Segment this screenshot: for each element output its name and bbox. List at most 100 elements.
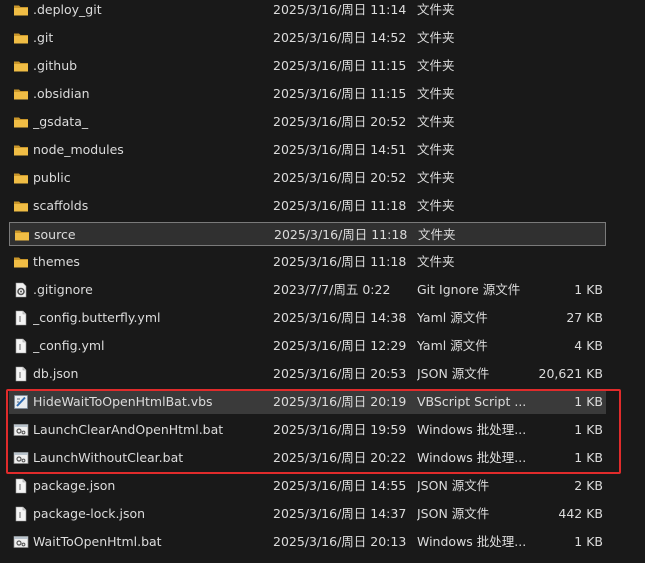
file-date: 2025/3/16/周日 20:52 xyxy=(273,170,407,185)
batch-file-icon xyxy=(13,450,29,466)
file-list: .deploy_git 2025/3/16/周日 11:14 文件夹 .git 2025… xyxy=(0,0,645,563)
file-name: .github xyxy=(33,58,78,73)
file-name: .obsidian xyxy=(33,86,90,101)
file-size: 1 KB xyxy=(574,422,603,437)
file-type: Windows 批处理... xyxy=(417,534,527,549)
file-name: .deploy_git xyxy=(33,2,102,17)
file-name: node_modules xyxy=(33,142,124,157)
file-name: _config.yml xyxy=(33,338,105,353)
file-date: 2025/3/16/周日 14:37 xyxy=(273,506,407,521)
file-row[interactable]: HideWaitToOpenHtmlBat.vbs 2025/3/16/周日 20… xyxy=(9,390,606,414)
file-date: 2025/3/16/周日 11:15 xyxy=(273,58,407,73)
file-size: 27 KB xyxy=(566,310,603,325)
file-row[interactable]: .obsidian 2025/3/16/周日 11:15 文件夹 xyxy=(9,82,606,106)
folder-icon xyxy=(13,142,29,158)
text-file-icon xyxy=(13,366,29,382)
file-name: package.json xyxy=(33,478,116,493)
file-row[interactable]: public 2025/3/16/周日 20:52 文件夹 xyxy=(9,166,606,190)
file-date: 2025/3/16/周日 11:15 xyxy=(273,86,407,101)
file-type: Yaml 源文件 xyxy=(417,310,488,325)
file-type: Git Ignore 源文件 xyxy=(417,282,521,297)
file-type: JSON 源文件 xyxy=(417,478,490,493)
file-name: db.json xyxy=(33,366,79,381)
file-row[interactable]: _config.butterfly.yml 2025/3/16/周日 14:38 Y… xyxy=(9,306,606,330)
file-date: 2025/3/16/周日 19:59 xyxy=(273,422,407,437)
file-size: 1 KB xyxy=(574,394,603,409)
file-row[interactable]: themes 2025/3/16/周日 11:18 文件夹 xyxy=(9,250,606,274)
file-date: 2025/3/16/周日 14:52 xyxy=(273,30,407,45)
file-name: public xyxy=(33,170,71,185)
folder-icon xyxy=(13,30,29,46)
file-date: 2025/3/16/周日 20:13 xyxy=(273,534,407,549)
file-type: Yaml 源文件 xyxy=(417,338,488,353)
file-size: 2 KB xyxy=(574,478,603,493)
file-row[interactable]: .github 2025/3/16/周日 11:15 文件夹 xyxy=(9,54,606,78)
file-row[interactable]: package-lock.json 2025/3/16/周日 14:37 JSON … xyxy=(9,502,606,526)
file-type: 文件夹 xyxy=(417,170,455,185)
file-type: JSON 源文件 xyxy=(417,366,490,381)
file-row[interactable]: package.json 2025/3/16/周日 14:55 JSON 源文件 2 … xyxy=(9,474,606,498)
batch-file-icon xyxy=(13,422,29,438)
file-row[interactable]: _gsdata_ 2025/3/16/周日 20:52 文件夹 xyxy=(9,110,606,134)
file-type: 文件夹 xyxy=(417,142,455,157)
file-date: 2025/3/16/周日 14:55 xyxy=(273,478,407,493)
file-type: 文件夹 xyxy=(417,86,455,101)
text-file-icon xyxy=(13,506,29,522)
file-row[interactable]: source 2025/3/16/周日 11:18 文件夹 xyxy=(9,222,606,246)
folder-icon xyxy=(13,58,29,74)
folder-icon xyxy=(13,170,29,186)
file-type: VBScript Script ... xyxy=(417,394,527,409)
folder-icon xyxy=(14,227,30,243)
file-size: 20,621 KB xyxy=(538,366,603,381)
file-date: 2023/7/7/周五 0:22 xyxy=(273,282,391,297)
text-file-icon xyxy=(13,310,29,326)
file-row[interactable]: _config.yml 2025/3/16/周日 12:29 Yaml 源文件 4 K… xyxy=(9,334,606,358)
file-name: LaunchClearAndOpenHtml.bat xyxy=(33,422,224,437)
file-type: 文件夹 xyxy=(418,227,456,242)
file-date: 2025/3/16/周日 20:52 xyxy=(273,114,407,129)
file-name: themes xyxy=(33,254,80,269)
folder-icon xyxy=(13,254,29,270)
file-date: 2025/3/16/周日 12:29 xyxy=(273,338,407,353)
file-row[interactable]: .deploy_git 2025/3/16/周日 11:14 文件夹 xyxy=(9,0,606,22)
file-row[interactable]: .gitignore 2023/7/7/周五 0:22 Git Ignore 源文件… xyxy=(9,278,606,302)
file-type: 文件夹 xyxy=(417,114,455,129)
vbs-script-icon xyxy=(13,394,29,410)
file-type: 文件夹 xyxy=(417,2,455,17)
text-file-icon xyxy=(13,338,29,354)
file-type: Windows 批处理... xyxy=(417,422,527,437)
file-date: 2025/3/16/周日 11:14 xyxy=(273,2,407,17)
text-file-icon xyxy=(13,478,29,494)
file-type: 文件夹 xyxy=(417,58,455,73)
file-row[interactable]: node_modules 2025/3/16/周日 14:51 文件夹 xyxy=(9,138,606,162)
file-type: JSON 源文件 xyxy=(417,506,490,521)
file-date: 2025/3/16/周日 11:18 xyxy=(273,198,407,213)
file-row[interactable]: WaitToOpenHtml.bat 2025/3/16/周日 20:13 Wind… xyxy=(9,530,606,554)
file-size: 1 KB xyxy=(574,282,603,297)
file-date: 2025/3/16/周日 20:22 xyxy=(273,450,407,465)
file-row[interactable]: scaffolds 2025/3/16/周日 11:18 文件夹 xyxy=(9,194,606,218)
file-size: 4 KB xyxy=(574,338,603,353)
file-type: 文件夹 xyxy=(417,254,455,269)
file-name: source xyxy=(34,227,76,242)
file-type: 文件夹 xyxy=(417,198,455,213)
batch-file-icon xyxy=(13,534,29,550)
file-date: 2025/3/16/周日 14:38 xyxy=(273,310,407,325)
file-type: 文件夹 xyxy=(417,30,455,45)
file-date: 2025/3/16/周日 20:19 xyxy=(273,394,407,409)
file-size: 442 KB xyxy=(558,506,603,521)
file-name: _config.butterfly.yml xyxy=(33,310,161,325)
folder-icon xyxy=(13,2,29,18)
file-row[interactable]: .git 2025/3/16/周日 14:52 文件夹 xyxy=(9,26,606,50)
file-row[interactable]: LaunchClearAndOpenHtml.bat 2025/3/16/周日 1… xyxy=(9,418,606,442)
file-row[interactable]: db.json 2025/3/16/周日 20:53 JSON 源文件 20,621 … xyxy=(9,362,606,386)
file-name: .git xyxy=(33,30,54,45)
folder-icon xyxy=(13,114,29,130)
file-row[interactable]: LaunchWithoutClear.bat 2025/3/16/周日 20:22… xyxy=(9,446,606,470)
file-name: scaffolds xyxy=(33,198,89,213)
folder-icon xyxy=(13,86,29,102)
file-name: WaitToOpenHtml.bat xyxy=(33,534,162,549)
file-name: package-lock.json xyxy=(33,506,146,521)
file-name: .gitignore xyxy=(33,282,93,297)
settings-file-icon xyxy=(13,282,29,298)
